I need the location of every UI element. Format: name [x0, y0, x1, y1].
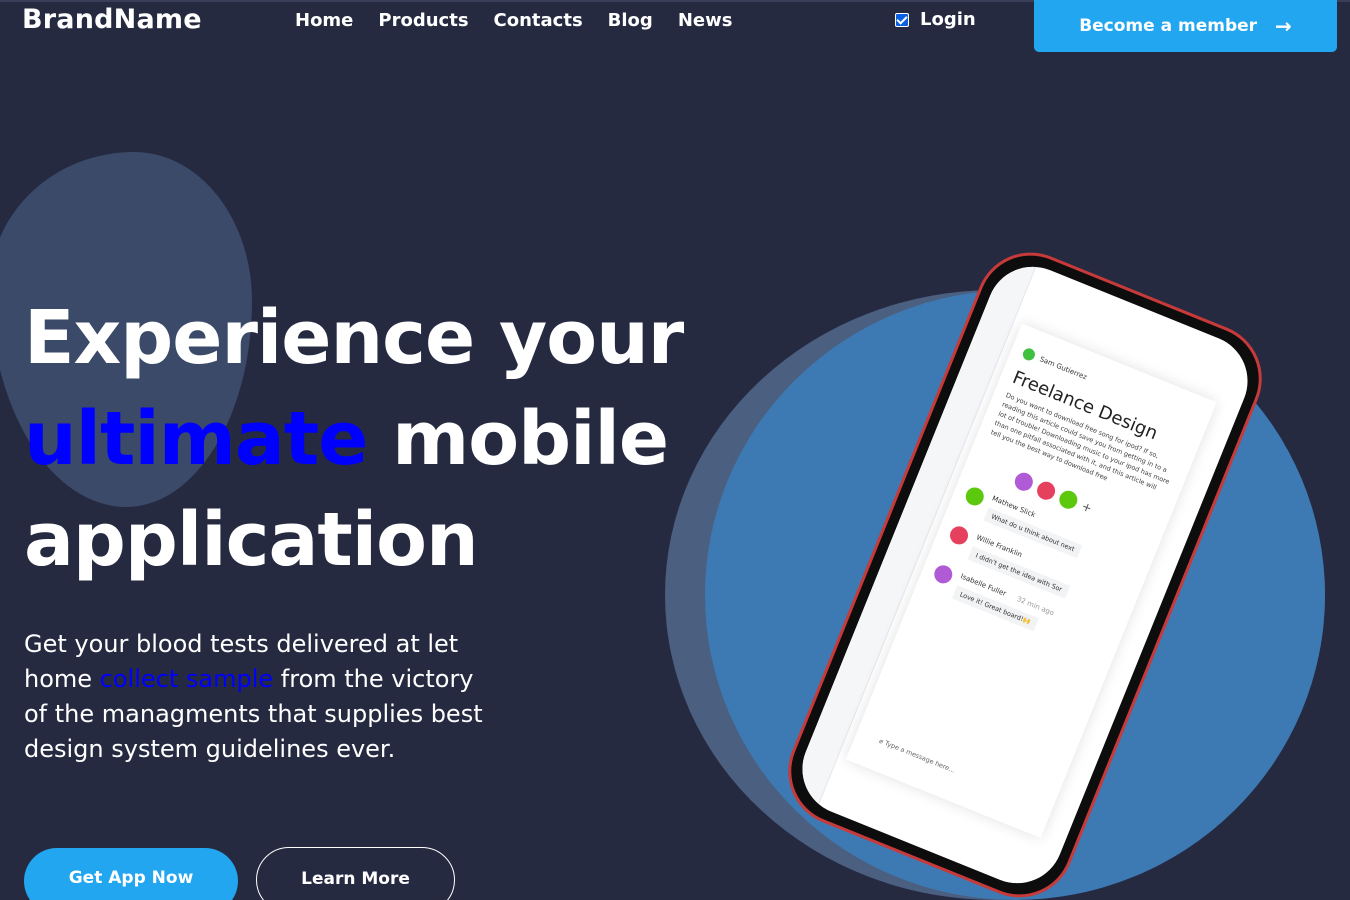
avatar — [931, 562, 956, 587]
composer-placeholder: Type a message here... — [883, 739, 957, 775]
learn-more-button[interactable]: Learn More — [256, 847, 455, 900]
headline-line3: application — [24, 497, 479, 583]
header-user-name: Sam Gutierrez — [1038, 355, 1088, 382]
headline-line1: Experience your — [24, 295, 684, 381]
avatar — [947, 523, 971, 548]
member-button-label: Become a member — [1079, 16, 1258, 36]
message-composer[interactable]: ⌀ Type a message here... — [878, 737, 956, 775]
user-avatar — [1021, 346, 1037, 363]
hero-headline: Experience your ultimate mobile applicat… — [24, 288, 724, 591]
nav-contacts[interactable]: Contacts — [494, 10, 583, 31]
login-label: Login — [920, 9, 976, 30]
avatar — [1012, 470, 1036, 494]
login-checkbox[interactable] — [895, 12, 909, 27]
login-toggle[interactable]: Login — [895, 9, 976, 30]
nav-products[interactable]: Products — [378, 10, 468, 31]
nav-news[interactable]: News — [678, 10, 733, 31]
avatar — [963, 484, 987, 509]
headline-line2: mobile — [367, 396, 669, 482]
become-member-button[interactable]: Become a member → — [1034, 0, 1337, 52]
headline-highlight: ultimate — [24, 396, 368, 482]
avatar — [1056, 488, 1081, 512]
get-app-button[interactable]: Get App Now — [24, 848, 238, 900]
nav-blog[interactable]: Blog — [608, 10, 653, 31]
main-nav: Home Products Contacts Blog News — [295, 10, 757, 31]
desc-highlight-link[interactable]: collect sample — [100, 665, 273, 693]
add-member-icon[interactable]: + — [1080, 499, 1095, 516]
brand-logo[interactable]: BrandName — [22, 4, 202, 35]
nav-home[interactable]: Home — [295, 10, 353, 31]
avatar — [1034, 479, 1058, 503]
hero-description: Get your blood tests delivered at let ho… — [24, 627, 504, 767]
arrow-right-icon: → — [1275, 14, 1292, 38]
